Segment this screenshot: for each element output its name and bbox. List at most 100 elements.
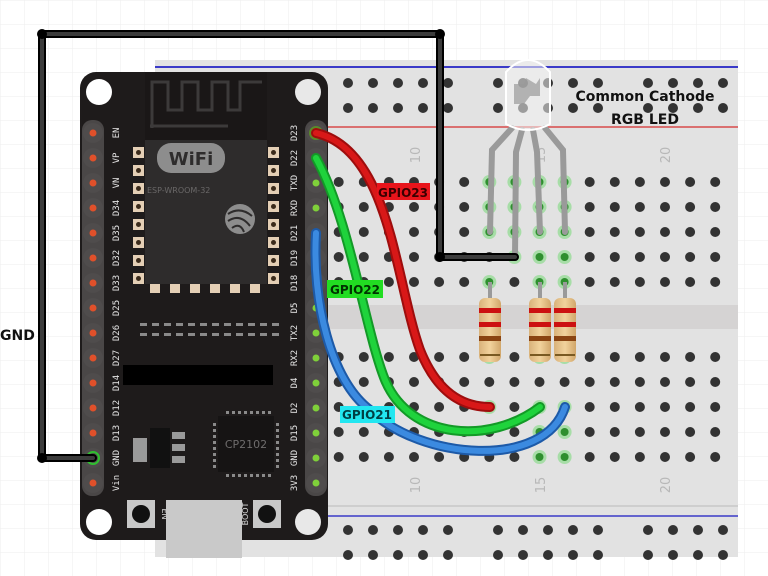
right-pin-d2[interactable] <box>312 404 320 412</box>
rail-hole[interactable] <box>643 78 653 88</box>
rail-hole[interactable] <box>493 78 503 88</box>
rail-hole[interactable] <box>343 103 353 113</box>
left-pin-d13[interactable] <box>89 429 97 437</box>
rgb-led[interactable] <box>505 59 551 131</box>
breadboard-hole[interactable] <box>358 377 369 387</box>
breadboard-hole[interactable] <box>434 402 445 412</box>
rail-hole[interactable] <box>493 525 503 535</box>
breadboard-hole[interactable] <box>409 452 419 462</box>
breadboard-hole[interactable] <box>358 452 369 462</box>
rail-hole[interactable] <box>443 103 453 113</box>
left-pin-vn[interactable] <box>89 179 97 187</box>
right-pin-rxd[interactable] <box>312 204 320 212</box>
breadboard-hole[interactable] <box>333 452 344 462</box>
rail-hole[interactable] <box>418 78 428 88</box>
breadboard-hole[interactable] <box>634 402 645 412</box>
breadboard-hole[interactable] <box>358 252 369 262</box>
breadboard-hole[interactable] <box>560 453 569 461</box>
breadboard-hole[interactable] <box>535 453 544 461</box>
left-pin-d26[interactable] <box>89 329 97 337</box>
breadboard-hole[interactable] <box>634 352 645 362</box>
rail-hole[interactable] <box>518 550 528 560</box>
breadboard-hole[interactable] <box>634 427 645 437</box>
breadboard-hole[interactable] <box>710 427 721 437</box>
rail-hole[interactable] <box>693 525 703 535</box>
left-pin-vin[interactable] <box>89 479 97 487</box>
breadboard-hole[interactable] <box>333 177 344 187</box>
rail-hole[interactable] <box>393 103 403 113</box>
rail-hole[interactable] <box>693 550 703 560</box>
breadboard-hole[interactable] <box>685 352 696 362</box>
breadboard-hole[interactable] <box>634 377 645 387</box>
breadboard-hole[interactable] <box>710 352 721 362</box>
rail-hole[interactable] <box>418 103 428 113</box>
breadboard-hole[interactable] <box>660 427 670 437</box>
breadboard-hole[interactable] <box>660 377 670 387</box>
breadboard-hole[interactable] <box>609 177 620 187</box>
breadboard-hole[interactable] <box>609 352 620 362</box>
breadboard-hole[interactable] <box>383 452 394 462</box>
left-pin-d32[interactable] <box>89 254 97 262</box>
breadboard-hole[interactable] <box>609 452 620 462</box>
left-pin-d25[interactable] <box>89 304 97 312</box>
left-pin-d33[interactable] <box>89 279 97 287</box>
breadboard-hole[interactable] <box>609 277 620 287</box>
rail-hole[interactable] <box>568 525 578 535</box>
rail-hole[interactable] <box>368 78 378 88</box>
breadboard-hole[interactable] <box>484 377 495 387</box>
rail-hole[interactable] <box>518 525 528 535</box>
breadboard-hole[interactable] <box>710 177 721 187</box>
breadboard-hole[interactable] <box>685 177 696 187</box>
breadboard-hole[interactable] <box>660 452 670 462</box>
breadboard-hole[interactable] <box>660 227 670 237</box>
en-button[interactable] <box>132 505 150 523</box>
breadboard-hole[interactable] <box>660 352 670 362</box>
left-pin-d12[interactable] <box>89 404 97 412</box>
rail-hole[interactable] <box>668 525 678 535</box>
breadboard-hole[interactable] <box>358 427 369 437</box>
breadboard-hole[interactable] <box>534 377 545 387</box>
right-pin-txd[interactable] <box>312 179 320 187</box>
breadboard-hole[interactable] <box>459 352 470 362</box>
rail-hole[interactable] <box>718 550 728 560</box>
breadboard-hole[interactable] <box>459 377 470 387</box>
rail-hole[interactable] <box>543 525 553 535</box>
breadboard-hole[interactable] <box>634 202 645 212</box>
breadboard-hole[interactable] <box>584 277 595 287</box>
breadboard-hole[interactable] <box>333 252 344 262</box>
rail-hole[interactable] <box>668 550 678 560</box>
breadboard-hole[interactable] <box>660 402 670 412</box>
rail-hole[interactable] <box>443 550 453 560</box>
left-pin-en[interactable] <box>89 129 97 137</box>
breadboard-hole[interactable] <box>434 452 445 462</box>
breadboard-hole[interactable] <box>584 202 595 212</box>
left-pin-vp[interactable] <box>89 154 97 162</box>
breadboard-hole[interactable] <box>509 352 520 362</box>
breadboard-hole[interactable] <box>609 202 620 212</box>
breadboard-hole[interactable] <box>509 452 520 462</box>
right-pin-rx2[interactable] <box>312 354 320 362</box>
breadboard-hole[interactable] <box>634 177 645 187</box>
rail-hole[interactable] <box>368 525 378 535</box>
breadboard-hole[interactable] <box>685 202 696 212</box>
usb-connector[interactable] <box>166 500 242 558</box>
rail-hole[interactable] <box>368 550 378 560</box>
resistor-body[interactable] <box>529 298 551 362</box>
right-pin-tx2[interactable] <box>312 329 320 337</box>
breadboard-hole[interactable] <box>584 227 595 237</box>
breadboard-hole[interactable] <box>459 277 470 287</box>
rail-hole[interactable] <box>368 103 378 113</box>
breadboard-hole[interactable] <box>434 277 445 287</box>
rail-hole[interactable] <box>493 550 503 560</box>
right-pin-d15[interactable] <box>312 429 320 437</box>
breadboard-hole[interactable] <box>634 452 645 462</box>
breadboard-hole[interactable] <box>710 377 721 387</box>
rail-hole[interactable] <box>493 103 503 113</box>
breadboard-hole[interactable] <box>609 377 620 387</box>
rail-hole[interactable] <box>643 525 653 535</box>
breadboard-hole[interactable] <box>584 427 595 437</box>
rail-hole[interactable] <box>593 78 603 88</box>
breadboard-hole[interactable] <box>535 253 544 261</box>
breadboard-hole[interactable] <box>710 202 721 212</box>
right-pin-gnd[interactable] <box>312 454 320 462</box>
